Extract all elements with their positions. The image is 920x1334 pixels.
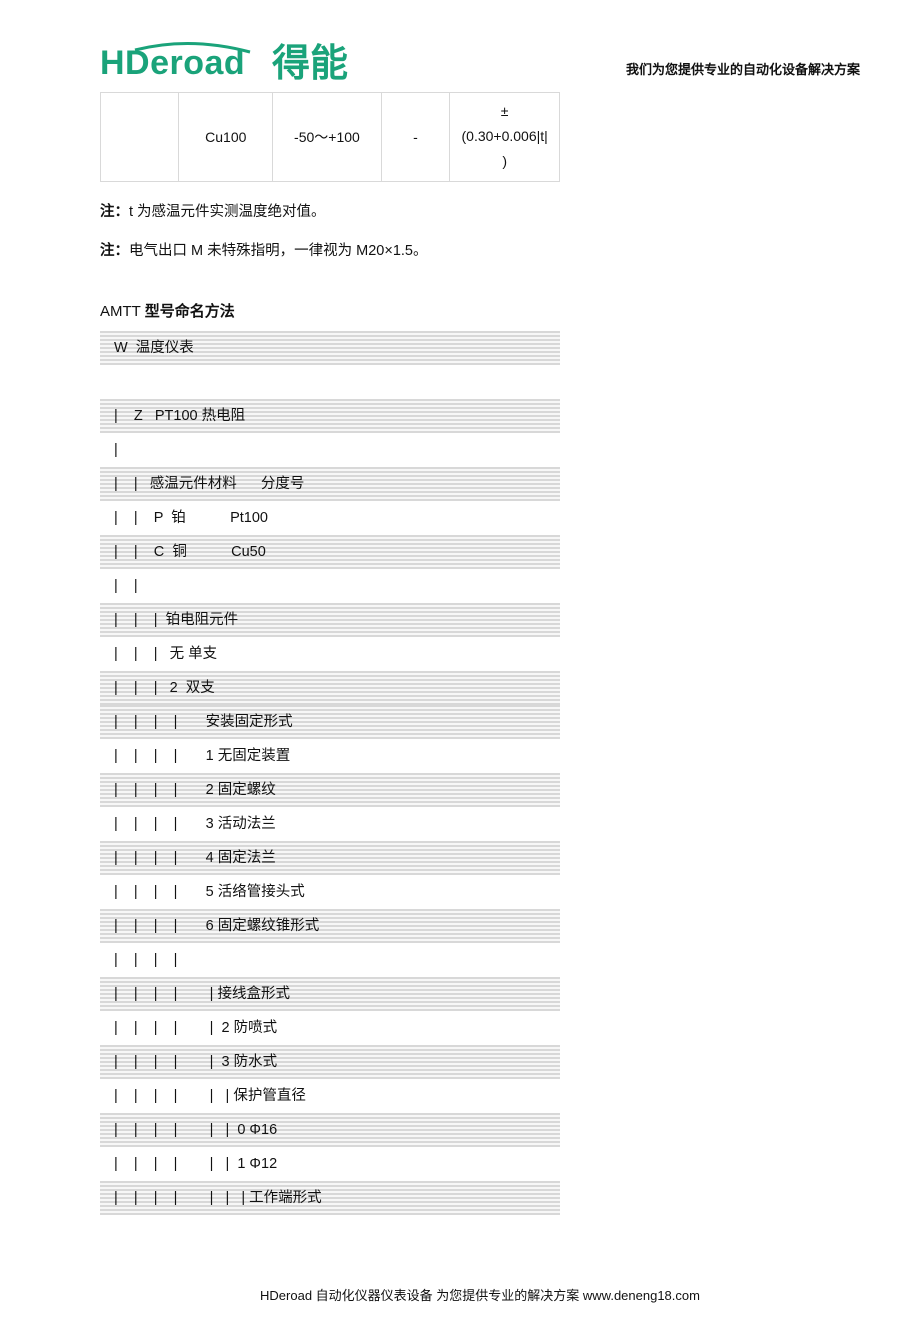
svg-text:得能: 得能 bbox=[272, 43, 348, 84]
tree-row: | | | | | | 保护管直径 bbox=[100, 1079, 560, 1113]
note-1-text: t 为感温元件实测温度绝对值。 bbox=[129, 204, 326, 220]
svg-text:HDeroad: HDeroad bbox=[100, 44, 245, 82]
section-title-cn: 型号命名方法 bbox=[145, 303, 235, 320]
spec-col-4-line2: ) bbox=[454, 149, 555, 174]
tree-row: | | 感温元件材料 分度号 bbox=[100, 467, 560, 501]
tree-row: | | | 铂电阻元件 bbox=[100, 603, 560, 637]
spec-col-0 bbox=[101, 93, 179, 182]
spec-table: Cu100 -50～+100 - ± (0.30+0.006|t| ) bbox=[100, 92, 560, 182]
tree-row: | | | | | 3 防水式 bbox=[100, 1045, 560, 1079]
brand-logo: HDeroad 得能 bbox=[100, 40, 370, 84]
tree-row: | | | | 4 固定法兰 bbox=[100, 841, 560, 875]
tree-row: | | C 铜 Cu50 bbox=[100, 535, 560, 569]
logo-svg: HDeroad 得能 bbox=[100, 40, 370, 84]
tree-row: | | | | 3 活动法兰 bbox=[100, 807, 560, 841]
note-1: 注：t 为感温元件实测温度绝对值。 bbox=[100, 200, 860, 221]
tree-row: | | | 无 单支 bbox=[100, 637, 560, 671]
tree-row: | | | | | | | 工作端形式 bbox=[100, 1181, 560, 1215]
naming-tree: W 温度仪表 | Z PT100 热电阻 | | | 感温元件材料 分度号 | … bbox=[100, 331, 560, 1215]
header: HDeroad 得能 我们为您提供专业的自动化设备解决方案 bbox=[100, 40, 860, 84]
footer-text: HDeroad 自动化仪器仪表设备 为您提供专业的解决方案 www.deneng… bbox=[100, 1285, 860, 1304]
note-2-label: 注： bbox=[100, 243, 129, 259]
tree-row: | | | | | 接线盒形式 bbox=[100, 977, 560, 1011]
tree-row: | | | | 2 固定螺纹 bbox=[100, 773, 560, 807]
tagline: 我们为您提供专业的自动化设备解决方案 bbox=[626, 59, 860, 78]
tree-row: | | | | 6 固定螺纹锥形式 bbox=[100, 909, 560, 943]
tree-row: | | | | | | 1 Φ12 bbox=[100, 1147, 560, 1181]
tree-row: | | bbox=[100, 569, 560, 603]
section-title-prefix: AMTT bbox=[100, 303, 145, 320]
tree-row: | | | 2 双支 bbox=[100, 671, 560, 705]
note-2-text: 电气出口 M 未特殊指明，一律视为 M20×1.5。 bbox=[129, 243, 428, 259]
tree-row: | bbox=[100, 433, 560, 467]
table-row: Cu100 -50～+100 - ± (0.30+0.006|t| ) bbox=[101, 93, 560, 182]
tree-row: | Z PT100 热电阻 bbox=[100, 399, 560, 433]
note-2: 注：电气出口 M 未特殊指明，一律视为 M20×1.5。 bbox=[100, 239, 860, 260]
tree-row: | | | | 5 活络管接头式 bbox=[100, 875, 560, 909]
spec-col-4-line1: (0.30+0.006|t| bbox=[454, 124, 555, 149]
tree-row: | | | | | | 0 Φ16 bbox=[100, 1113, 560, 1147]
tree-row: W 温度仪表 bbox=[100, 331, 560, 365]
section-title: AMTT 型号命名方法 bbox=[100, 300, 860, 321]
spec-col-4: ± (0.30+0.006|t| ) bbox=[450, 93, 560, 182]
tree-row: | | | | 安装固定形式 bbox=[100, 705, 560, 739]
tree-row: | | | | 1 无固定装置 bbox=[100, 739, 560, 773]
spec-col-1: Cu100 bbox=[179, 93, 273, 182]
note-1-label: 注： bbox=[100, 204, 129, 220]
tree-row bbox=[100, 365, 560, 399]
tree-row: | | | | | 2 防喷式 bbox=[100, 1011, 560, 1045]
tree-row: | | | | bbox=[100, 943, 560, 977]
spec-col-4-line0: ± bbox=[454, 99, 555, 124]
spec-col-3: - bbox=[381, 93, 450, 182]
spec-col-2: -50～+100 bbox=[273, 93, 381, 182]
tree-row: | | P 铂 Pt100 bbox=[100, 501, 560, 535]
